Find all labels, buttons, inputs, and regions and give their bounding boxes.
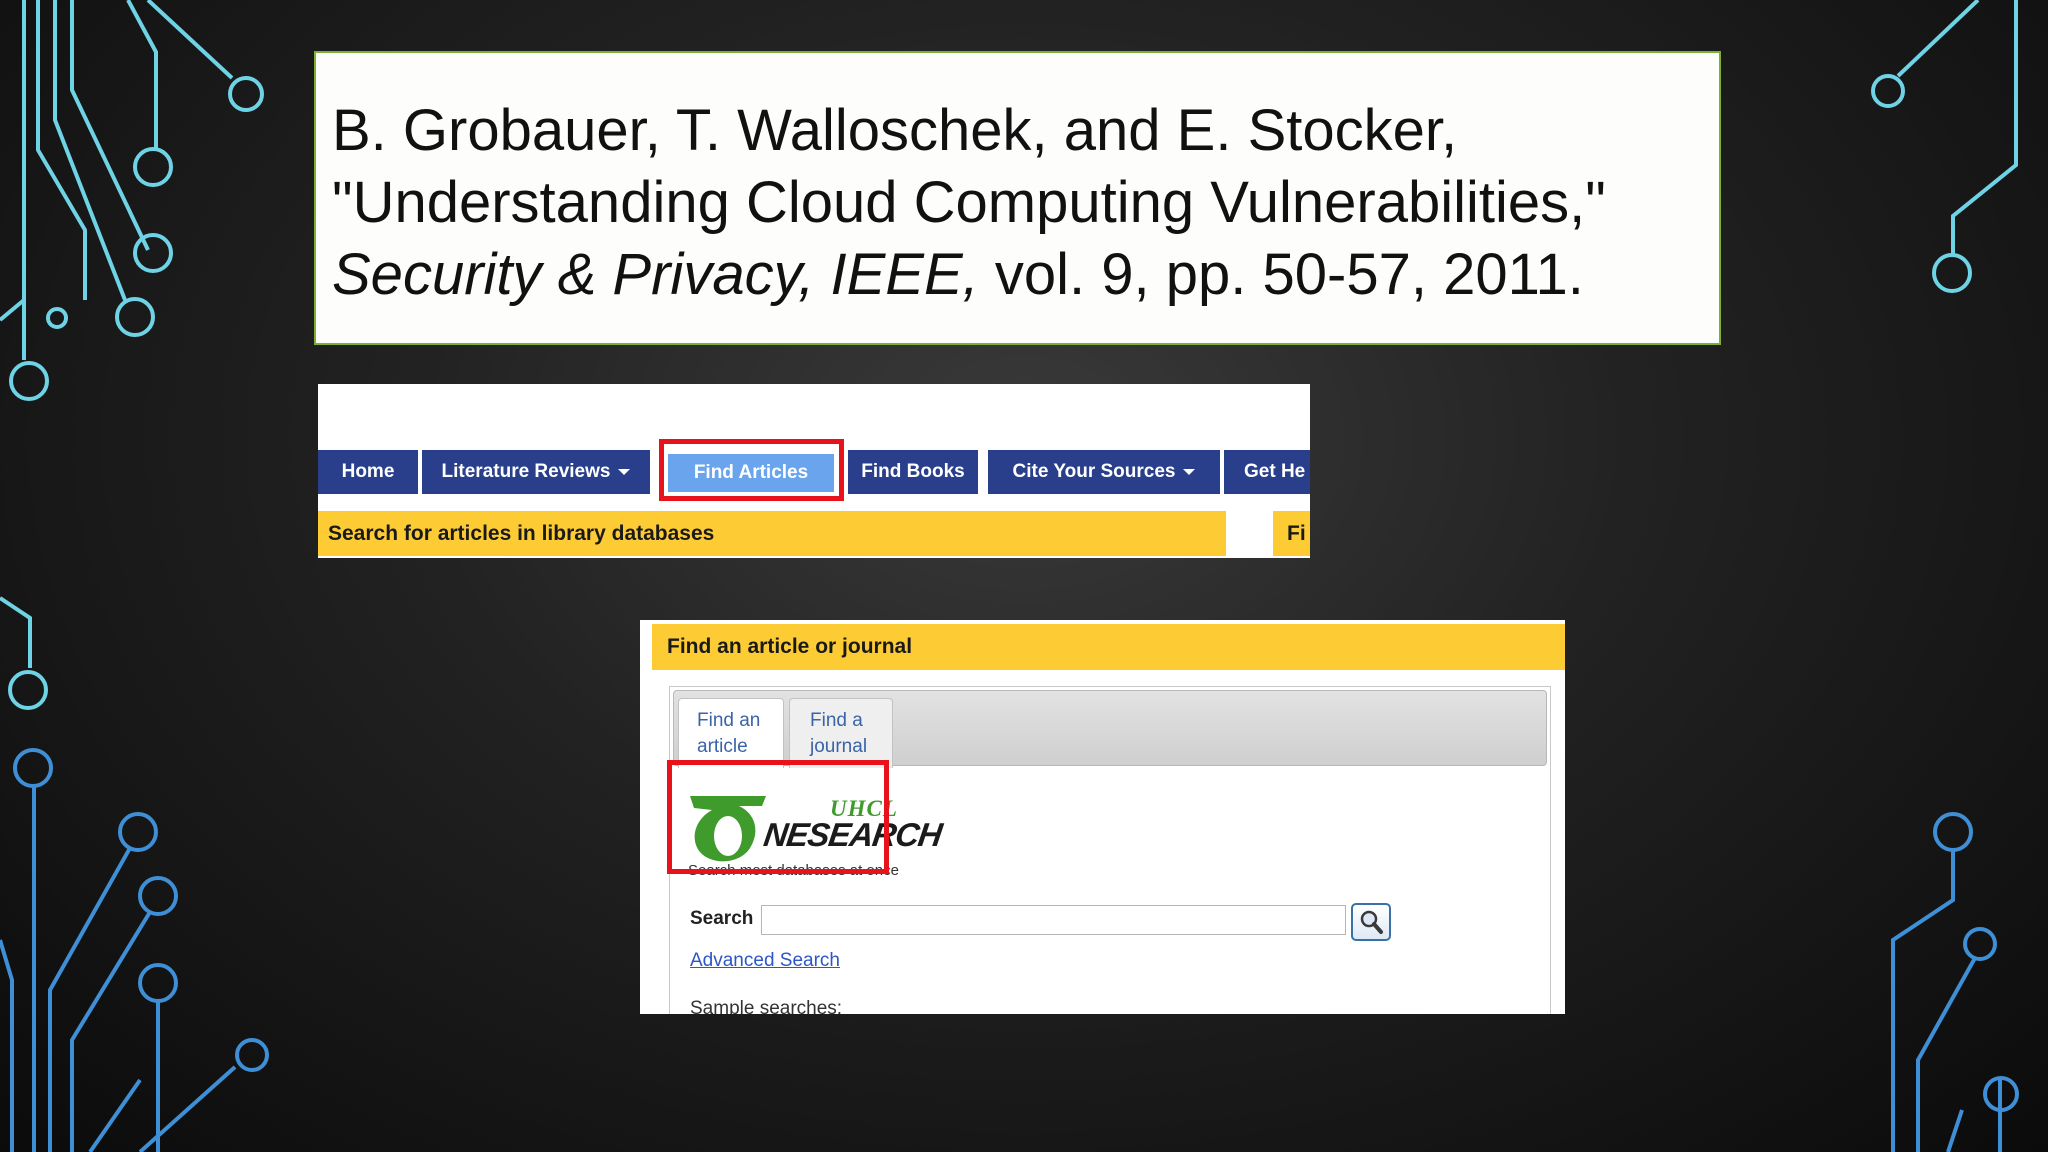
subbar-right: Fi bbox=[1273, 511, 1310, 556]
search-icon bbox=[1360, 910, 1383, 934]
sample-searches-text: Sample searches: bbox=[690, 998, 843, 1014]
tab-get-help[interactable]: Get He bbox=[1224, 450, 1310, 494]
onesearch-tagline: Search most databases at once bbox=[688, 862, 899, 879]
onesearch-logo: UHCL NESEARCH bbox=[684, 780, 944, 865]
caret-down-icon bbox=[618, 469, 631, 475]
logo-onesearch-text: NESEARCH bbox=[761, 816, 944, 853]
tab-cite-your-sources-label: Cite Your Sources bbox=[1012, 461, 1176, 482]
tab-literature-reviews[interactable]: Literature Reviews bbox=[422, 450, 650, 494]
citation-journal: Security & Privacy, IEEE, bbox=[332, 242, 979, 307]
circuit-top-right bbox=[1871, 0, 2018, 293]
citation-title: "Understanding Cloud Computing Vulnerabi… bbox=[332, 170, 1606, 235]
library-nav-screenshot: Home Literature Reviews Find Articles Fi… bbox=[318, 384, 1310, 558]
citation-details: vol. 9, pp. 50-57, 2011. bbox=[978, 242, 1584, 307]
tab-find-articles[interactable]: Find Articles bbox=[668, 454, 834, 492]
advanced-search-link[interactable]: Advanced Search bbox=[690, 950, 840, 972]
citation-source: Security & Privacy, IEEE, vol. 9, pp. 50… bbox=[332, 239, 1703, 311]
tab-find-books[interactable]: Find Books bbox=[848, 450, 978, 494]
tab-find-article[interactable]: Find an article bbox=[678, 698, 784, 768]
tab-cite-your-sources[interactable]: Cite Your Sources bbox=[988, 450, 1220, 494]
circuit-top-left bbox=[0, 0, 264, 401]
articles-subbar: Search for articles in library databases bbox=[318, 511, 1226, 556]
search-label: Search bbox=[690, 908, 754, 929]
citation-authors: B. Grobauer, T. Walloschek, and E. Stock… bbox=[332, 98, 1458, 163]
search-input[interactable] bbox=[761, 905, 1346, 935]
caret-down-icon bbox=[1183, 469, 1196, 475]
circuit-bottom-right bbox=[1891, 812, 2019, 1152]
library-nav-bar: Home Literature Reviews Find Articles Fi… bbox=[318, 450, 1310, 494]
search-button[interactable] bbox=[1351, 903, 1391, 941]
onesearch-o-mark bbox=[690, 796, 766, 862]
citation-box: B. Grobauer, T. Walloschek, and E. Stock… bbox=[314, 51, 1721, 345]
panel-header: Find an article or journal bbox=[652, 624, 1565, 670]
tab-find-journal[interactable]: Find a journal bbox=[789, 698, 893, 768]
circuit-bottom-left bbox=[0, 748, 269, 1152]
circuit-left-mid bbox=[0, 596, 48, 710]
tab-literature-reviews-label: Literature Reviews bbox=[441, 461, 611, 482]
tab-home[interactable]: Home bbox=[318, 450, 418, 494]
find-article-screenshot: Find an article or journal Find an artic… bbox=[640, 620, 1565, 1014]
